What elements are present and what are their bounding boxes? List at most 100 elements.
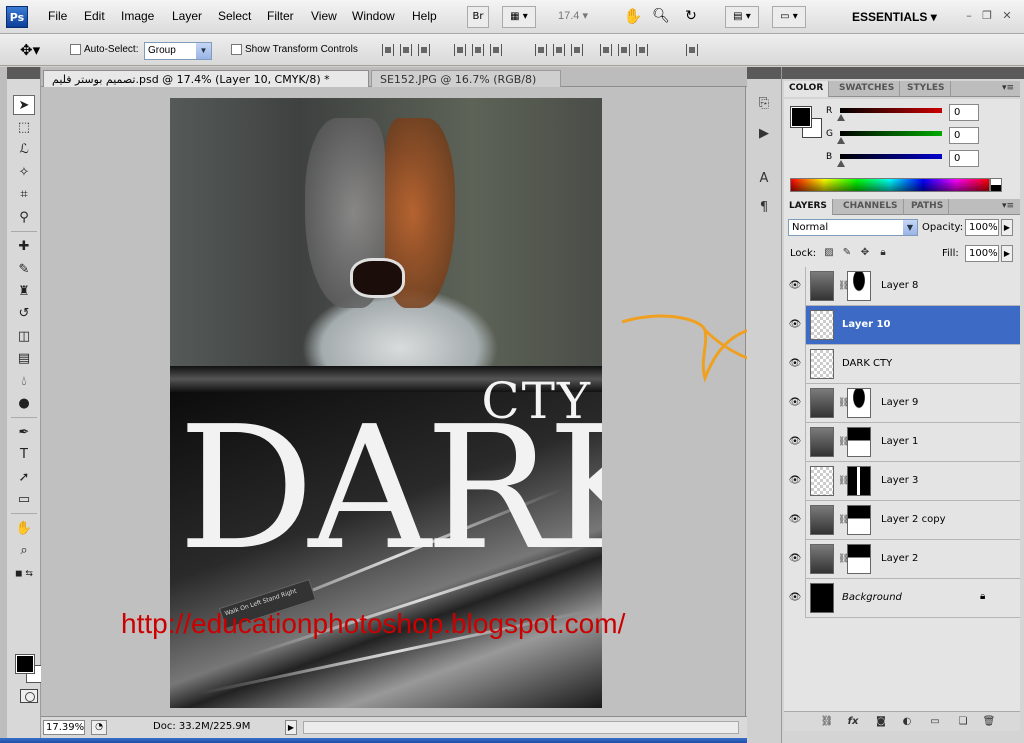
menu-layer[interactable]: Layer [172, 9, 202, 23]
layer-row[interactable]: 👁︎ ⛓ Layer 2 copy [784, 501, 1020, 540]
lasso-tool-icon[interactable]: ℒ [13, 140, 35, 160]
hand-tool-icon[interactable]: ✋ [13, 519, 35, 539]
horizontal-scrollbar[interactable] [303, 721, 739, 734]
show-transform-checkbox[interactable] [231, 44, 242, 55]
color-foreground-swatch[interactable] [790, 106, 812, 128]
gradient-tool-icon[interactable]: ▤ [13, 349, 35, 369]
path-selection-icon[interactable]: ➚ [13, 468, 35, 488]
zoom-percentage-field[interactable]: 17.39% [43, 720, 85, 735]
align-right-icon[interactable] [490, 44, 502, 56]
pen-tool-icon[interactable]: ✒ [13, 423, 35, 443]
visibility-toggle[interactable]: 👁︎ [784, 384, 806, 423]
zoom-tool-icon[interactable]: ⌕ [13, 541, 35, 561]
black-white-swatch[interactable] [990, 178, 1002, 192]
tab-styles[interactable]: STYLES [902, 81, 951, 97]
right-panels-header[interactable] [782, 67, 1024, 79]
status-info-icon[interactable]: ◔ [91, 720, 107, 735]
distribute-hcenter-icon[interactable] [618, 44, 630, 56]
tab-se152-document[interactable]: SE152.JPG @ 16.7% (RGB/8) [371, 70, 561, 87]
align-hcenter-icon[interactable] [472, 44, 484, 56]
visibility-toggle[interactable]: 👁︎ [784, 345, 806, 384]
close-icon[interactable]: ✕ [1000, 9, 1014, 23]
layer-thumbnail[interactable] [810, 583, 834, 613]
delete-layer-icon[interactable]: 🗑︎ [982, 715, 996, 729]
distribute-left-icon[interactable] [600, 44, 612, 56]
menu-window[interactable]: Window [352, 9, 395, 23]
history-panel-icon[interactable]: ⎘ [755, 95, 773, 113]
lock-position-icon[interactable]: ✥ [858, 246, 872, 260]
tab-paths[interactable]: PATHS [906, 199, 950, 215]
layer-row[interactable]: 👁︎ DARK CTY [784, 345, 1020, 384]
layer-row[interactable]: 👁︎ ⛓ Layer 2 [784, 540, 1020, 579]
bridge-button[interactable]: Br [467, 6, 489, 28]
visibility-toggle[interactable]: 👁︎ [784, 540, 806, 579]
layer-row[interactable]: 👁︎ ⛓ Layer 3 [784, 462, 1020, 501]
move-tool-icon[interactable]: ➤ [13, 95, 35, 115]
menu-filter[interactable]: Filter [267, 9, 294, 23]
b-value-field[interactable]: 0 [949, 150, 979, 167]
shape-tool-icon[interactable]: ▭ [13, 490, 35, 510]
r-value-field[interactable]: 0 [949, 104, 979, 121]
layer-thumbnail[interactable] [810, 388, 834, 418]
lock-all-icon[interactable]: 🔒︎ [876, 246, 890, 260]
auto-align-icon[interactable] [686, 44, 698, 56]
character-panel-icon[interactable]: A [755, 170, 773, 188]
add-mask-icon[interactable]: ◙ [874, 715, 888, 729]
quick-mask-icon[interactable] [20, 689, 38, 703]
panel-menu-icon[interactable]: ▾≡ [1002, 83, 1014, 93]
visibility-toggle[interactable]: 👁︎ [784, 501, 806, 540]
distribute-right-icon[interactable] [636, 44, 648, 56]
tab-layers[interactable]: LAYERS [784, 199, 833, 215]
auto-select-dropdown[interactable]: Group ▼ [144, 42, 212, 60]
tab-swatches[interactable]: SWATCHES [834, 81, 901, 97]
layer-mask-thumbnail[interactable] [847, 505, 871, 535]
dock-header[interactable] [747, 67, 781, 79]
b-slider[interactable] [840, 154, 942, 159]
lock-pixels-icon[interactable]: ✎ [840, 246, 854, 260]
panel-menu-icon[interactable]: ▾≡ [1002, 201, 1014, 211]
actions-panel-icon[interactable]: ▶ [755, 125, 773, 143]
layer-row[interactable]: 👁︎ ⛓ Layer 9 [784, 384, 1020, 423]
fill-slider-arrow-icon[interactable]: ▶ [1001, 245, 1013, 262]
opacity-slider-arrow-icon[interactable]: ▶ [1001, 219, 1013, 236]
layer-mask-thumbnail[interactable] [847, 544, 871, 574]
brush-tool-icon[interactable]: ✎ [13, 260, 35, 280]
menu-edit[interactable]: Edit [84, 9, 105, 23]
dodge-tool-icon[interactable]: ● [13, 394, 35, 414]
layer-mask-thumbnail[interactable] [847, 388, 871, 418]
new-group-icon[interactable]: ▭ [928, 715, 942, 729]
tab-color[interactable]: COLOR [784, 81, 830, 97]
history-brush-icon[interactable]: ↺ [13, 304, 35, 324]
layer-thumbnail[interactable] [810, 310, 834, 340]
layer-mask-thumbnail[interactable] [847, 271, 871, 301]
minimize-icon[interactable]: – [962, 9, 976, 23]
g-slider[interactable] [840, 131, 942, 136]
link-layers-icon[interactable]: ⛓ [820, 715, 834, 729]
distribute-top-icon[interactable] [535, 44, 547, 56]
menu-select[interactable]: Select [218, 9, 251, 23]
foreground-color-swatch[interactable] [15, 654, 35, 674]
lock-transparency-icon[interactable]: ▨ [822, 246, 836, 260]
r-slider-thumb[interactable] [837, 114, 845, 121]
b-slider-thumb[interactable] [837, 160, 845, 167]
g-value-field[interactable]: 0 [949, 127, 979, 144]
eyedropper-icon[interactable]: ⚲ [13, 208, 35, 228]
hand-icon[interactable]: ✋ [623, 6, 643, 28]
distribute-vcenter-icon[interactable] [553, 44, 565, 56]
layer-mask-thumbnail[interactable] [847, 427, 871, 457]
layer-thumbnail[interactable] [810, 505, 834, 535]
menu-view[interactable]: View [311, 9, 337, 23]
arrange-documents-icon[interactable]: ▤ ▾ [725, 6, 759, 28]
canvas-area[interactable]: CTY DARK Walk On Left Stand Right http:/… [41, 87, 746, 716]
layer-row[interactable]: 👁︎ Layer 10 [784, 306, 1020, 345]
menu-file[interactable]: File [48, 9, 67, 23]
layer-thumbnail[interactable] [810, 544, 834, 574]
layer-row[interactable]: 👁︎ Background 🔒︎ [784, 579, 1020, 618]
distribute-bottom-icon[interactable] [571, 44, 583, 56]
zoom-icon[interactable]: 🔍︎ [651, 6, 671, 28]
auto-select-checkbox[interactable] [70, 44, 81, 55]
blend-mode-dropdown[interactable]: Normal ▼ [788, 219, 918, 236]
layer-row[interactable]: 👁︎ ⛓ Layer 8 [784, 267, 1020, 306]
opacity-field[interactable]: 100% [965, 219, 999, 236]
status-menu-arrow-icon[interactable]: ▶ [285, 720, 297, 735]
